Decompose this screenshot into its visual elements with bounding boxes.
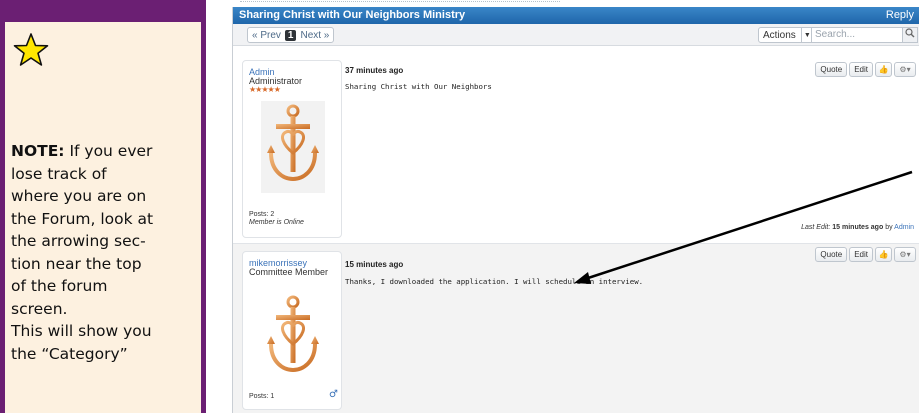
quote-button[interactable]: Quote [815,62,848,77]
avatar [261,292,325,384]
note-line: tion near the top [11,254,142,273]
last-edit-by-word: by [885,224,893,231]
actions-dropdown[interactable]: Actions ▼ [758,27,814,43]
reply-button[interactable]: Reply [886,9,914,21]
note-line: the Forum, look at [11,209,154,228]
online-status: Member is Online [249,219,304,226]
note-line: of the forum [11,277,108,295]
avatar [261,101,325,193]
author-card: Admin Administrator ★★★★★ Posts: 2 Membe… [242,60,342,238]
star-icon [13,33,49,66]
note-panel: NOTE: If you ever lose track of where yo… [0,0,206,413]
post-tools: Quote Edit 👍 ⚙▾ [815,247,916,262]
like-icon[interactable]: 👍 [875,62,892,77]
note-heading: NOTE: [11,142,65,160]
post-time: 37 minutes ago [345,66,404,75]
male-icon: ♂ [329,389,338,400]
post-tools: Quote Edit 👍 ⚙▾ [815,62,916,77]
gear-icon[interactable]: ⚙▾ [894,62,916,77]
actions-label: Actions [763,29,796,41]
post-body: Thanks, I downloaded the application. I … [345,277,644,286]
note-text: NOTE: If you ever lose track of where yo… [11,140,199,365]
breadcrumb [240,1,560,5]
thread-title: Sharing Christ with Our Neighbors Minist… [239,9,466,21]
post-body: Sharing Christ with Our Neighbors [345,82,492,91]
last-edit-user[interactable]: Admin [894,224,914,231]
current-page[interactable]: 1 [284,29,297,41]
prev-page-link[interactable]: « Prev [252,30,281,41]
note-line: screen. [11,299,68,318]
post: Admin Administrator ★★★★★ Posts: 2 Membe… [233,51,919,239]
note-line: the arrowing sec- [11,232,146,250]
note-line: This will show you [11,322,152,340]
note-top-border [0,0,206,22]
last-edit-note: Last Edit: 15 minutes ago by Admin [801,224,914,231]
note-line: If you ever [64,142,153,160]
note-line: the “Category” [11,344,128,363]
thread-titlebar: Sharing Christ with Our Neighbors Minist… [233,7,919,24]
author-role: Committee Member [249,267,329,277]
forum-thread: Sharing Christ with Our Neighbors Minist… [232,7,919,413]
edit-button[interactable]: Edit [849,247,873,262]
note-line: where you are on [11,187,147,205]
pagination: « Prev 1 Next » [247,27,335,43]
quote-button[interactable]: Quote [815,247,848,262]
edit-button[interactable]: Edit [849,62,873,77]
pager-bar: « Prev 1 Next » Actions ▼ Search... [233,24,919,46]
last-edit-time: 15 minutes ago [832,224,884,231]
search-icon[interactable] [902,27,918,43]
last-edit-label: Last Edit: [801,224,831,231]
next-page-link[interactable]: Next » [300,30,329,41]
rank-stars: ★★★★★ [249,85,281,94]
post-count: Posts: 1 [249,393,275,400]
post: mikemorrissey Committee Member Posts: 1 … [233,243,919,413]
author-card: mikemorrissey Committee Member Posts: 1 … [242,251,342,410]
note-line: lose track of [11,164,107,183]
post-time: 15 minutes ago [345,260,404,269]
post-count: Posts: 2 [249,211,275,218]
like-icon[interactable]: 👍 [875,247,892,262]
gear-icon[interactable]: ⚙▾ [894,247,916,262]
search-input[interactable]: Search... [811,27,903,43]
